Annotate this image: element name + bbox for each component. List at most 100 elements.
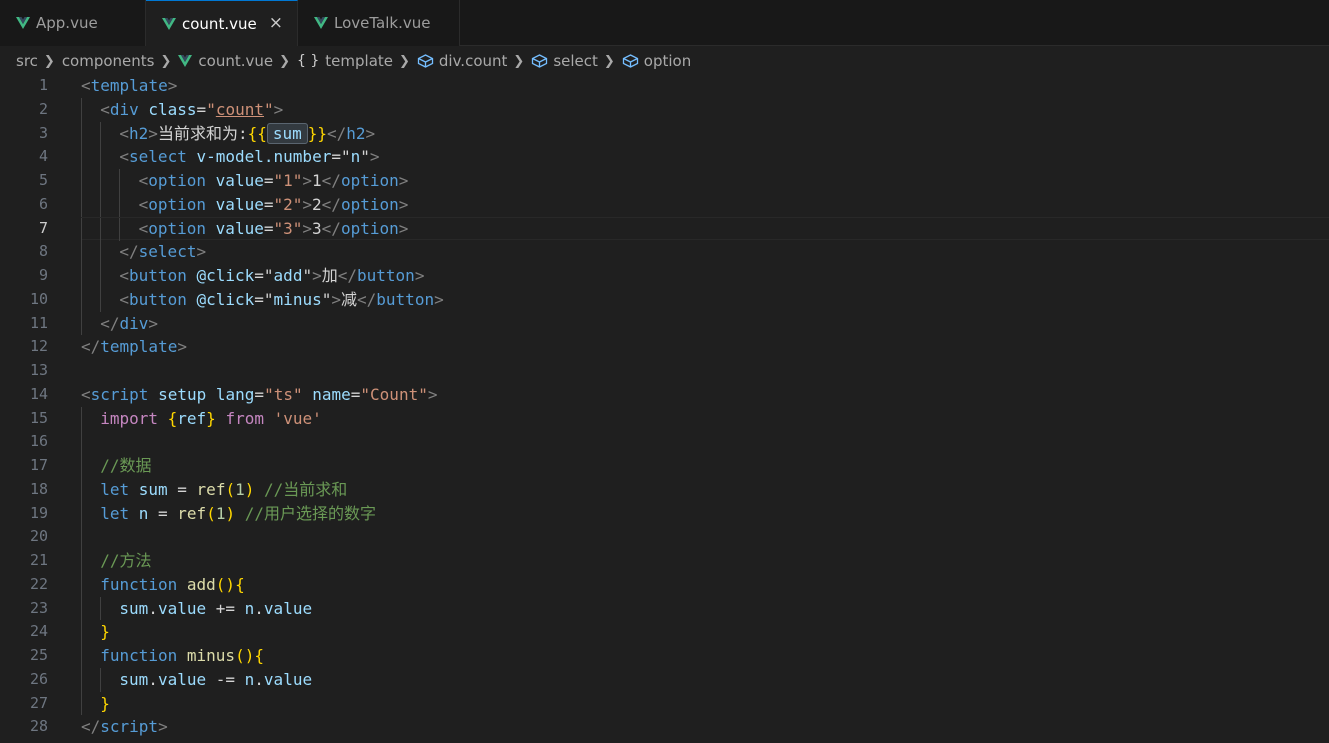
code-token: > xyxy=(427,384,438,404)
code-tokens: </template> xyxy=(81,335,187,359)
indent-guide xyxy=(100,145,102,169)
code-token: value xyxy=(215,194,264,214)
indent-guide xyxy=(81,406,82,431)
code-line[interactable]: 27} xyxy=(0,691,1329,716)
code-token: = xyxy=(254,289,264,309)
code-line[interactable]: 15 import {ref} from 'vue' xyxy=(0,406,1329,431)
code-line[interactable]: 6 <option value="2">2</option> xyxy=(0,192,1329,217)
breadcrumb-label: template xyxy=(325,52,393,70)
line-number: 14 xyxy=(29,384,48,403)
code-line[interactable]: 19 let n = ref(1) //用户选择的数字 xyxy=(0,501,1329,526)
vue-file-icon xyxy=(314,17,328,29)
tab-app-vue[interactable]: App.vue xyxy=(0,0,146,46)
code-token: > xyxy=(312,266,322,285)
braces-icon: { } xyxy=(297,53,320,69)
indent-guide xyxy=(81,240,82,264)
code-token: option xyxy=(148,218,207,238)
code-tokens: <div class="count"> xyxy=(100,98,283,122)
breadcrumb-item-select[interactable]: select xyxy=(531,52,598,70)
code-token: < xyxy=(138,194,149,214)
code-line[interactable]: 2 <div class="count"> xyxy=(0,97,1329,122)
breadcrumb-label: select xyxy=(553,52,598,70)
line-number: 18 xyxy=(29,479,48,498)
code-line[interactable]: 26 sum.value -= n.value xyxy=(0,667,1329,692)
code-token: </ xyxy=(357,289,377,309)
code-token: } xyxy=(206,408,216,428)
breadcrumb-item-file[interactable]: count.vue xyxy=(178,52,273,70)
code-tokens: <template> xyxy=(81,74,177,98)
code-line[interactable]: 21 //方法 xyxy=(0,549,1329,573)
code-line[interactable]: 25 function minus(){ xyxy=(0,644,1329,668)
code-line[interactable]: 10 <button @click="minus">减</button> xyxy=(0,287,1329,312)
code-tokens: </select> xyxy=(119,240,206,264)
code-line[interactable]: 13 xyxy=(0,359,1329,383)
close-icon[interactable]: × xyxy=(269,13,283,33)
code-token: > xyxy=(398,194,409,214)
code-token: value xyxy=(215,171,264,190)
breadcrumb-item-div-count[interactable]: div.count xyxy=(417,52,507,70)
code-line[interactable]: 16 xyxy=(0,430,1329,454)
code-line[interactable]: 3 <h2>当前求和为:{{sum}}</h2> xyxy=(0,121,1329,146)
code-tokens: let sum = ref(1) //当前求和 xyxy=(100,478,347,502)
code-token: > xyxy=(302,171,313,190)
code-token: add xyxy=(273,266,303,285)
code-token: script xyxy=(100,717,159,737)
breadcrumb-item-src[interactable]: src xyxy=(16,52,38,70)
breadcrumb-item-components[interactable]: components xyxy=(62,52,155,70)
code-text: <button @click="add">加</button> xyxy=(81,264,1329,288)
code-line[interactable]: 22 function add(){ xyxy=(0,572,1329,597)
indent-guide xyxy=(81,311,82,336)
code-token: = xyxy=(254,384,265,404)
code-text: <option value="2">2</option> xyxy=(81,192,1329,217)
line-number: 13 xyxy=(29,361,48,379)
indent-guide xyxy=(81,620,82,644)
code-text: <option value="3">3</option> xyxy=(81,216,1329,242)
indent-guide xyxy=(81,192,82,217)
code-line[interactable]: 1 <template> xyxy=(0,74,1329,98)
code-line[interactable]: 7 <option value="3">3</option> xyxy=(0,216,1329,242)
code-line[interactable]: 5 <option value="1">1</option> xyxy=(0,169,1329,193)
code-line[interactable]: 20 xyxy=(0,525,1329,549)
code-token: button xyxy=(129,289,187,309)
code-line[interactable]: 24} xyxy=(0,620,1329,644)
tab-count-vue[interactable]: count.vue × xyxy=(146,0,298,46)
line-number: 19 xyxy=(29,503,48,522)
code-tokens: <option value="3">3</option> xyxy=(139,218,409,240)
code-token: </ xyxy=(81,717,101,737)
line-number: 28 xyxy=(29,717,48,736)
line-number: 20 xyxy=(29,527,48,546)
indent-guide xyxy=(81,287,82,312)
line-number: 25 xyxy=(29,646,48,664)
code-line[interactable]: 4 <select v-model.number="n"> xyxy=(0,145,1329,169)
code-tokens: sum.value += n.value xyxy=(119,597,312,621)
indent-guide xyxy=(119,169,121,193)
code-tokens: } xyxy=(100,692,110,716)
code-line[interactable]: 18 let sum = ref(1) //当前求和 xyxy=(0,477,1329,502)
code-line[interactable]: 23 sum.value += n.value xyxy=(0,596,1329,621)
indent-guide xyxy=(81,501,82,526)
code-token: name xyxy=(312,384,351,404)
code-line[interactable]: 9 <button @click="add">加</button> xyxy=(0,264,1329,288)
tab-lovetalk-vue[interactable]: LoveTalk.vue xyxy=(298,0,460,46)
tab-label: LoveTalk.vue xyxy=(334,14,431,32)
code-token: . xyxy=(254,669,264,689)
code-token: (){ xyxy=(215,574,245,594)
indent-guide xyxy=(81,169,82,193)
code-text: function minus(){ xyxy=(81,644,1329,668)
breadcrumb-item-option[interactable]: option xyxy=(622,52,691,70)
code-token: value xyxy=(263,669,313,689)
code-token: > xyxy=(398,171,409,190)
code-editor[interactable]: 1 <template> 2 <div class="count"> 3 <h2>当前求和… xyxy=(0,74,1329,743)
code-token: = xyxy=(331,147,341,167)
code-line[interactable]: 17 //数据 xyxy=(0,454,1329,478)
code-line[interactable]: 11 </div> xyxy=(0,311,1329,336)
code-line[interactable]: 8 </select> xyxy=(0,240,1329,264)
code-token: n xyxy=(350,147,361,167)
code-line[interactable]: 12 </template> xyxy=(0,335,1329,359)
code-line[interactable]: 28 </script> xyxy=(0,715,1329,739)
code-line[interactable]: 14 <script setup lang="ts" name="Count"> xyxy=(0,383,1329,407)
breadcrumb-item-template[interactable]: { } template xyxy=(297,52,393,70)
